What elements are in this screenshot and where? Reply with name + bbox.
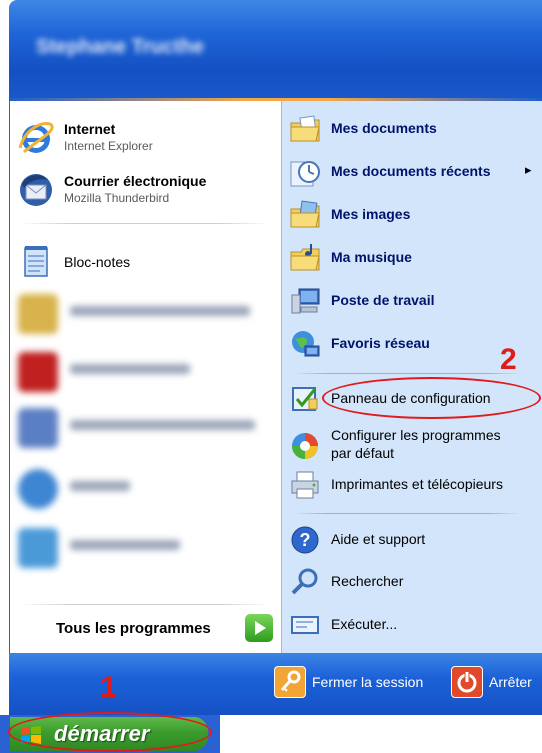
thunderbird-icon xyxy=(20,174,52,206)
blurred-program-label xyxy=(70,481,130,491)
printers-icon xyxy=(291,471,319,499)
pinned-item-internet[interactable]: Internet Internet Explorer xyxy=(16,118,271,162)
recent-item-blurred[interactable] xyxy=(16,465,271,515)
recent-item-blurred[interactable] xyxy=(16,404,271,454)
blurred-program-icon xyxy=(18,408,58,448)
annotation-ellipse-control-panel xyxy=(322,377,541,419)
pinned-item-subtitle: Mozilla Thunderbird xyxy=(64,191,170,205)
annotation-number-2: 2 xyxy=(500,343,517,376)
run-icon xyxy=(291,616,319,634)
play-arrow-icon xyxy=(255,621,266,635)
run-label: Exécuter... xyxy=(331,616,398,632)
blurred-program-icon xyxy=(18,528,58,568)
recent-item-blurred[interactable] xyxy=(16,524,271,574)
blurred-program-icon xyxy=(18,469,58,509)
my-computer-item[interactable]: Poste de travail xyxy=(289,283,539,319)
all-programs-divider xyxy=(20,604,270,605)
places-divider xyxy=(293,513,521,514)
annotation-number-1: 1 xyxy=(100,671,117,704)
shutdown-button[interactable]: Arrêter xyxy=(451,666,542,698)
recent-item-label: Bloc-notes xyxy=(64,254,131,270)
my-music-folder-icon xyxy=(290,244,320,271)
help-icon: ? xyxy=(291,526,319,554)
default-programs-label: Configurer les programmes par défaut xyxy=(331,426,501,462)
recent-item-blurred[interactable] xyxy=(16,290,271,340)
blurred-program-label xyxy=(70,364,190,374)
default-programs-label-line2: par défaut xyxy=(331,445,395,461)
my-pictures-folder-icon xyxy=(290,200,320,228)
pinned-divider xyxy=(20,223,270,224)
recent-documents-item[interactable]: Mes documents récents ▸ xyxy=(289,154,539,190)
recent-documents-label: Mes documents récents xyxy=(331,163,491,179)
submenu-arrow-icon: ▸ xyxy=(525,162,532,177)
blurred-program-label xyxy=(70,540,180,550)
shutdown-label: Arrêter xyxy=(489,674,532,690)
my-music-label: Ma musique xyxy=(331,249,412,265)
pinned-item-subtitle: Internet Explorer xyxy=(64,139,153,153)
default-programs-item[interactable]: Configurer les programmes par défaut xyxy=(289,426,539,466)
my-documents-item[interactable]: Mes documents xyxy=(289,111,539,147)
annotation-ellipse-start xyxy=(8,712,212,752)
my-computer-label: Poste de travail xyxy=(331,292,435,308)
logoff-button[interactable]: Fermer la session xyxy=(274,666,440,698)
network-places-label: Favoris réseau xyxy=(331,335,430,351)
network-places-icon xyxy=(292,331,320,357)
my-music-item[interactable]: Ma musique xyxy=(289,240,539,276)
default-programs-icon xyxy=(292,433,318,459)
my-computer-icon xyxy=(291,288,320,314)
power-icon xyxy=(451,666,483,698)
recent-item-notepad[interactable]: Bloc-notes xyxy=(16,242,271,286)
printers-label: Imprimantes et télécopieurs xyxy=(331,476,503,492)
search-label: Rechercher xyxy=(331,573,404,589)
pinned-item-title: Internet xyxy=(64,121,116,137)
help-support-label: Aide et support xyxy=(331,531,426,547)
blurred-program-icon xyxy=(18,294,58,334)
internet-explorer-icon xyxy=(18,122,54,154)
recent-documents-icon xyxy=(290,161,320,187)
help-support-item[interactable]: ? Aide et support xyxy=(289,522,539,558)
svg-text:?: ? xyxy=(300,530,311,550)
default-programs-label-line1: Configurer les programmes xyxy=(331,427,501,443)
my-pictures-item[interactable]: Mes images xyxy=(289,197,539,233)
control-panel-icon xyxy=(292,387,318,411)
user-name: Stephane Tructhe xyxy=(36,36,204,58)
blurred-program-label xyxy=(70,420,255,430)
logoff-label: Fermer la session xyxy=(312,674,424,690)
pinned-item-email[interactable]: Courrier électronique Mozilla Thunderbir… xyxy=(16,170,271,214)
pinned-item-title: Courrier électronique xyxy=(64,173,207,189)
run-item[interactable]: Exécuter... xyxy=(289,607,539,643)
search-icon xyxy=(291,568,318,595)
my-documents-label: Mes documents xyxy=(331,120,437,136)
key-icon xyxy=(274,666,306,698)
all-programs-label[interactable]: Tous les programmes xyxy=(56,620,211,637)
places-divider xyxy=(293,373,521,374)
my-pictures-label: Mes images xyxy=(331,206,411,222)
printers-item[interactable]: Imprimantes et télécopieurs xyxy=(289,467,539,503)
blurred-program-icon xyxy=(18,352,58,392)
notepad-icon xyxy=(24,246,48,277)
my-documents-folder-icon xyxy=(290,115,320,142)
all-programs-arrow-icon[interactable] xyxy=(245,614,273,642)
recent-item-blurred[interactable] xyxy=(16,348,271,398)
search-item[interactable]: Rechercher xyxy=(289,564,539,600)
blurred-program-label xyxy=(70,306,250,316)
